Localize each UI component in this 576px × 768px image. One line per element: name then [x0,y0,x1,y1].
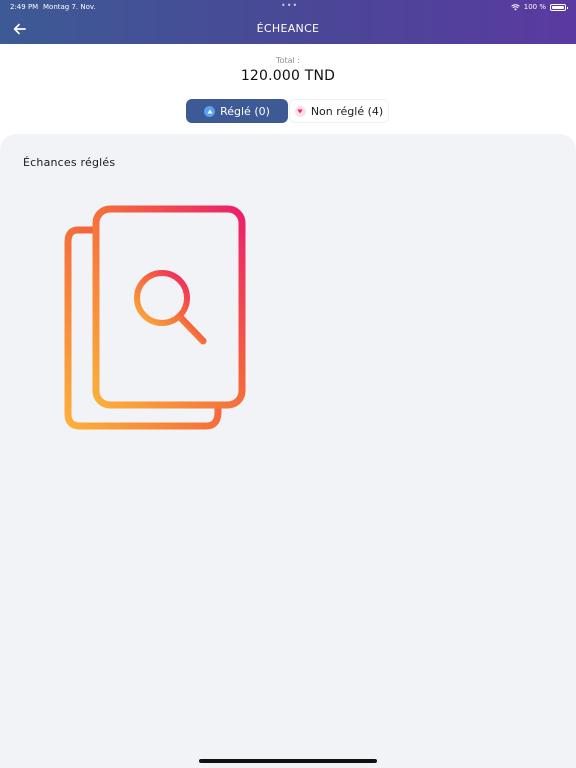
tab-paid[interactable]: Réglé (0) [186,99,288,123]
tab-paid-label: Réglé (0) [220,104,270,118]
battery-percent: 100 % [523,3,546,11]
arrow-up-icon [204,105,216,117]
home-indicator[interactable] [199,759,377,763]
status-tabs: Réglé (0) Non réglé (4) [186,99,390,123]
status-indicators: 100 % [511,3,568,11]
tab-unpaid[interactable]: Non réglé (4) [289,99,389,123]
wifi-icon [511,3,520,10]
empty-search-document-icon [64,205,246,430]
page-title: ÉCHEANCE [256,22,320,35]
arrow-down-icon [294,105,306,117]
tab-unpaid-label: Non réglé (4) [310,104,384,118]
status-time: 2:49 PM [10,3,39,11]
status-date: Montag 7. Nov. [43,3,96,11]
status-bar: 2:49 PM Montag 7. Nov. ••• 100 % [0,0,576,14]
total-label: Total : [276,56,300,65]
section-title: Échances réglés [23,156,116,169]
battery-icon [550,3,568,11]
total-value: 120.000 TND [240,68,336,84]
multitasking-dots-icon[interactable]: ••• [281,1,298,10]
app-header: 2:49 PM Montag 7. Nov. ••• 100 % ÉCHEANC… [0,0,576,44]
